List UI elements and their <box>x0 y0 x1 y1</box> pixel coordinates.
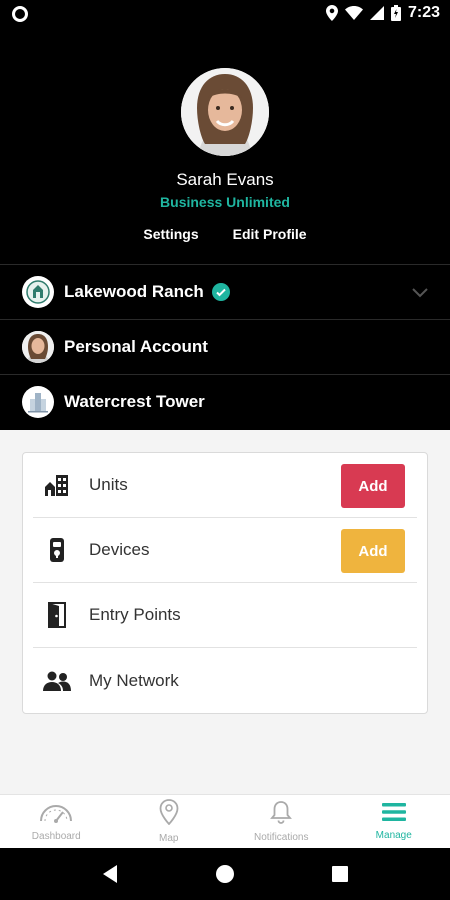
speedometer-icon <box>39 801 73 828</box>
account-label: Watercrest Tower <box>64 392 205 411</box>
account-row-lakewood-ranch[interactable]: Lakewood Ranch <box>0 264 450 319</box>
building-logo-icon <box>22 386 54 418</box>
nav-label: Dashboard <box>31 831 81 842</box>
settings-link[interactable]: Settings <box>143 226 198 242</box>
bell-icon <box>269 800 293 829</box>
profile-plan: Business Unlimited <box>160 194 290 210</box>
menu-item-label: My Network <box>89 670 179 690</box>
edit-profile-link[interactable]: Edit Profile <box>233 226 307 242</box>
door-icon <box>37 602 77 628</box>
manage-card: Units Add Devices Add Entry Points My Ne… <box>22 452 428 714</box>
map-pin-icon <box>159 799 179 830</box>
menu-item-units[interactable]: Units Add <box>33 453 417 518</box>
status-time: 7:23 <box>407 4 440 21</box>
units-building-icon <box>37 474 77 496</box>
status-ring-icon <box>12 6 28 22</box>
add-unit-button[interactable]: Add <box>341 464 405 508</box>
profile-name: Sarah Evans <box>176 170 274 189</box>
account-label: Personal Account <box>64 337 208 356</box>
menu-item-devices[interactable]: Devices Add <box>33 518 417 583</box>
menu-item-label: Devices <box>89 540 150 559</box>
recents-button[interactable] <box>331 865 349 883</box>
menu-item-my-network[interactable]: My Network <box>33 648 417 713</box>
menu-item-label: Entry Points <box>89 605 181 624</box>
verified-check-icon <box>211 283 230 301</box>
location-icon <box>325 5 338 21</box>
battery-icon <box>390 5 401 21</box>
profile-avatar[interactable] <box>181 68 269 156</box>
user-avatar <box>22 331 54 363</box>
account-label: Lakewood Ranch <box>64 282 204 301</box>
status-bar: 7:23 <box>0 0 450 28</box>
account-row-personal[interactable]: Personal Account <box>0 319 450 374</box>
manage-panel: Units Add Devices Add Entry Points My Ne… <box>0 430 450 794</box>
wifi-icon <box>344 6 363 20</box>
signal-icon <box>369 6 384 20</box>
nav-label: Map <box>159 833 179 844</box>
home-button[interactable] <box>215 864 235 884</box>
nav-map[interactable]: Map <box>113 795 226 848</box>
nav-label: Manage <box>375 830 412 841</box>
menu-icon <box>381 802 406 827</box>
system-nav-bar <box>0 848 450 900</box>
add-device-button[interactable]: Add <box>341 529 405 573</box>
people-icon <box>37 671 77 691</box>
device-lock-icon <box>37 537 77 563</box>
nav-manage[interactable]: Manage <box>338 795 450 848</box>
menu-item-entry-points[interactable]: Entry Points <box>33 583 417 648</box>
profile-header: Sarah Evans Business Unlimited Settings … <box>0 28 450 264</box>
menu-item-label: Units <box>89 475 128 494</box>
account-row-watercrest-tower[interactable]: Watercrest Tower <box>0 374 450 429</box>
nav-notifications[interactable]: Notifications <box>225 795 338 848</box>
back-button[interactable] <box>101 864 119 884</box>
nav-dashboard[interactable]: Dashboard <box>0 795 113 848</box>
chevron-down-icon[interactable] <box>412 285 428 303</box>
community-logo-icon <box>22 276 54 308</box>
nav-label: Notifications <box>254 832 309 843</box>
bottom-nav: Dashboard Map Notifications Manage <box>0 794 450 848</box>
account-list: Lakewood Ranch Personal Account Watercre… <box>0 264 450 429</box>
